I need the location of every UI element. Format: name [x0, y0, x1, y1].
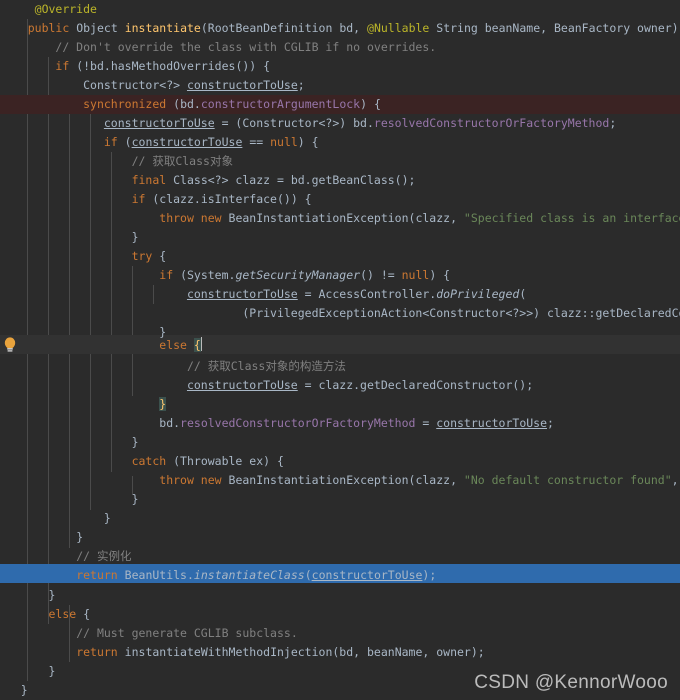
code-line[interactable]: // 实例化 [0, 547, 680, 566]
code-line[interactable]: // Must generate CGLIB subclass. [0, 624, 680, 643]
code-line[interactable]: } [0, 395, 680, 414]
code-line[interactable]: } [0, 228, 680, 247]
code-line[interactable]: final Class<?> clazz = bd.getBeanClass()… [0, 171, 680, 190]
code-line[interactable]: throw new BeanInstantiationException(cla… [0, 471, 680, 490]
lightbulb-icon[interactable] [3, 337, 17, 353]
code-line[interactable]: // Don't override the class with CGLIB i… [0, 38, 680, 57]
code-line[interactable]: } [0, 490, 680, 509]
code-line[interactable]: if (!bd.hasMethodOverrides()) { [0, 57, 680, 76]
code-line[interactable]: try { [0, 247, 680, 266]
code-line[interactable]: } [0, 433, 680, 452]
code-line[interactable]: public Object instantiate(RootBeanDefini… [0, 19, 680, 38]
code-line[interactable]: if (clazz.isInterface()) { [0, 190, 680, 209]
code-line[interactable]: } [0, 509, 680, 528]
code-line[interactable]: return instantiateWithMethodInjection(bd… [0, 643, 680, 662]
code-line[interactable]: if (System.getSecurityManager() != null)… [0, 266, 680, 285]
code-line[interactable]: // 获取Class对象的构造方法 [0, 357, 680, 376]
code-line[interactable]: } [0, 528, 680, 547]
code-line[interactable]: synchronized (bd.constructorArgumentLock… [0, 95, 680, 114]
code-line[interactable]: constructorToUse = clazz.getDeclaredCons… [0, 376, 680, 395]
code-line[interactable]: else { [0, 335, 680, 354]
code-line[interactable]: constructorToUse = (Constructor<?>) bd.r… [0, 114, 680, 133]
code-line[interactable]: Constructor<?> constructorToUse; [0, 76, 680, 95]
code-line[interactable]: @Override [0, 0, 680, 19]
code-line[interactable]: (PrivilegedExceptionAction<Constructor<?… [0, 304, 680, 323]
code-line[interactable]: constructorToUse = AccessController.doPr… [0, 285, 680, 304]
code-line[interactable]: catch (Throwable ex) { [0, 452, 680, 471]
code-editor[interactable]: @Override public Object instantiate(Root… [0, 0, 680, 700]
code-line[interactable]: if (constructorToUse == null) { [0, 133, 680, 152]
code-line[interactable]: bd.resolvedConstructorOrFactoryMethod = … [0, 414, 680, 433]
code-line[interactable]: // 获取Class对象 [0, 152, 680, 171]
code-line[interactable]: return BeanUtils.instantiateClass(constr… [0, 566, 680, 585]
watermark-text: CSDN @KennorWooo [474, 672, 668, 693]
code-line[interactable]: throw new BeanInstantiationException(cla… [0, 209, 680, 228]
code-line[interactable]: else { [0, 605, 680, 624]
code-line[interactable]: } [0, 586, 680, 605]
